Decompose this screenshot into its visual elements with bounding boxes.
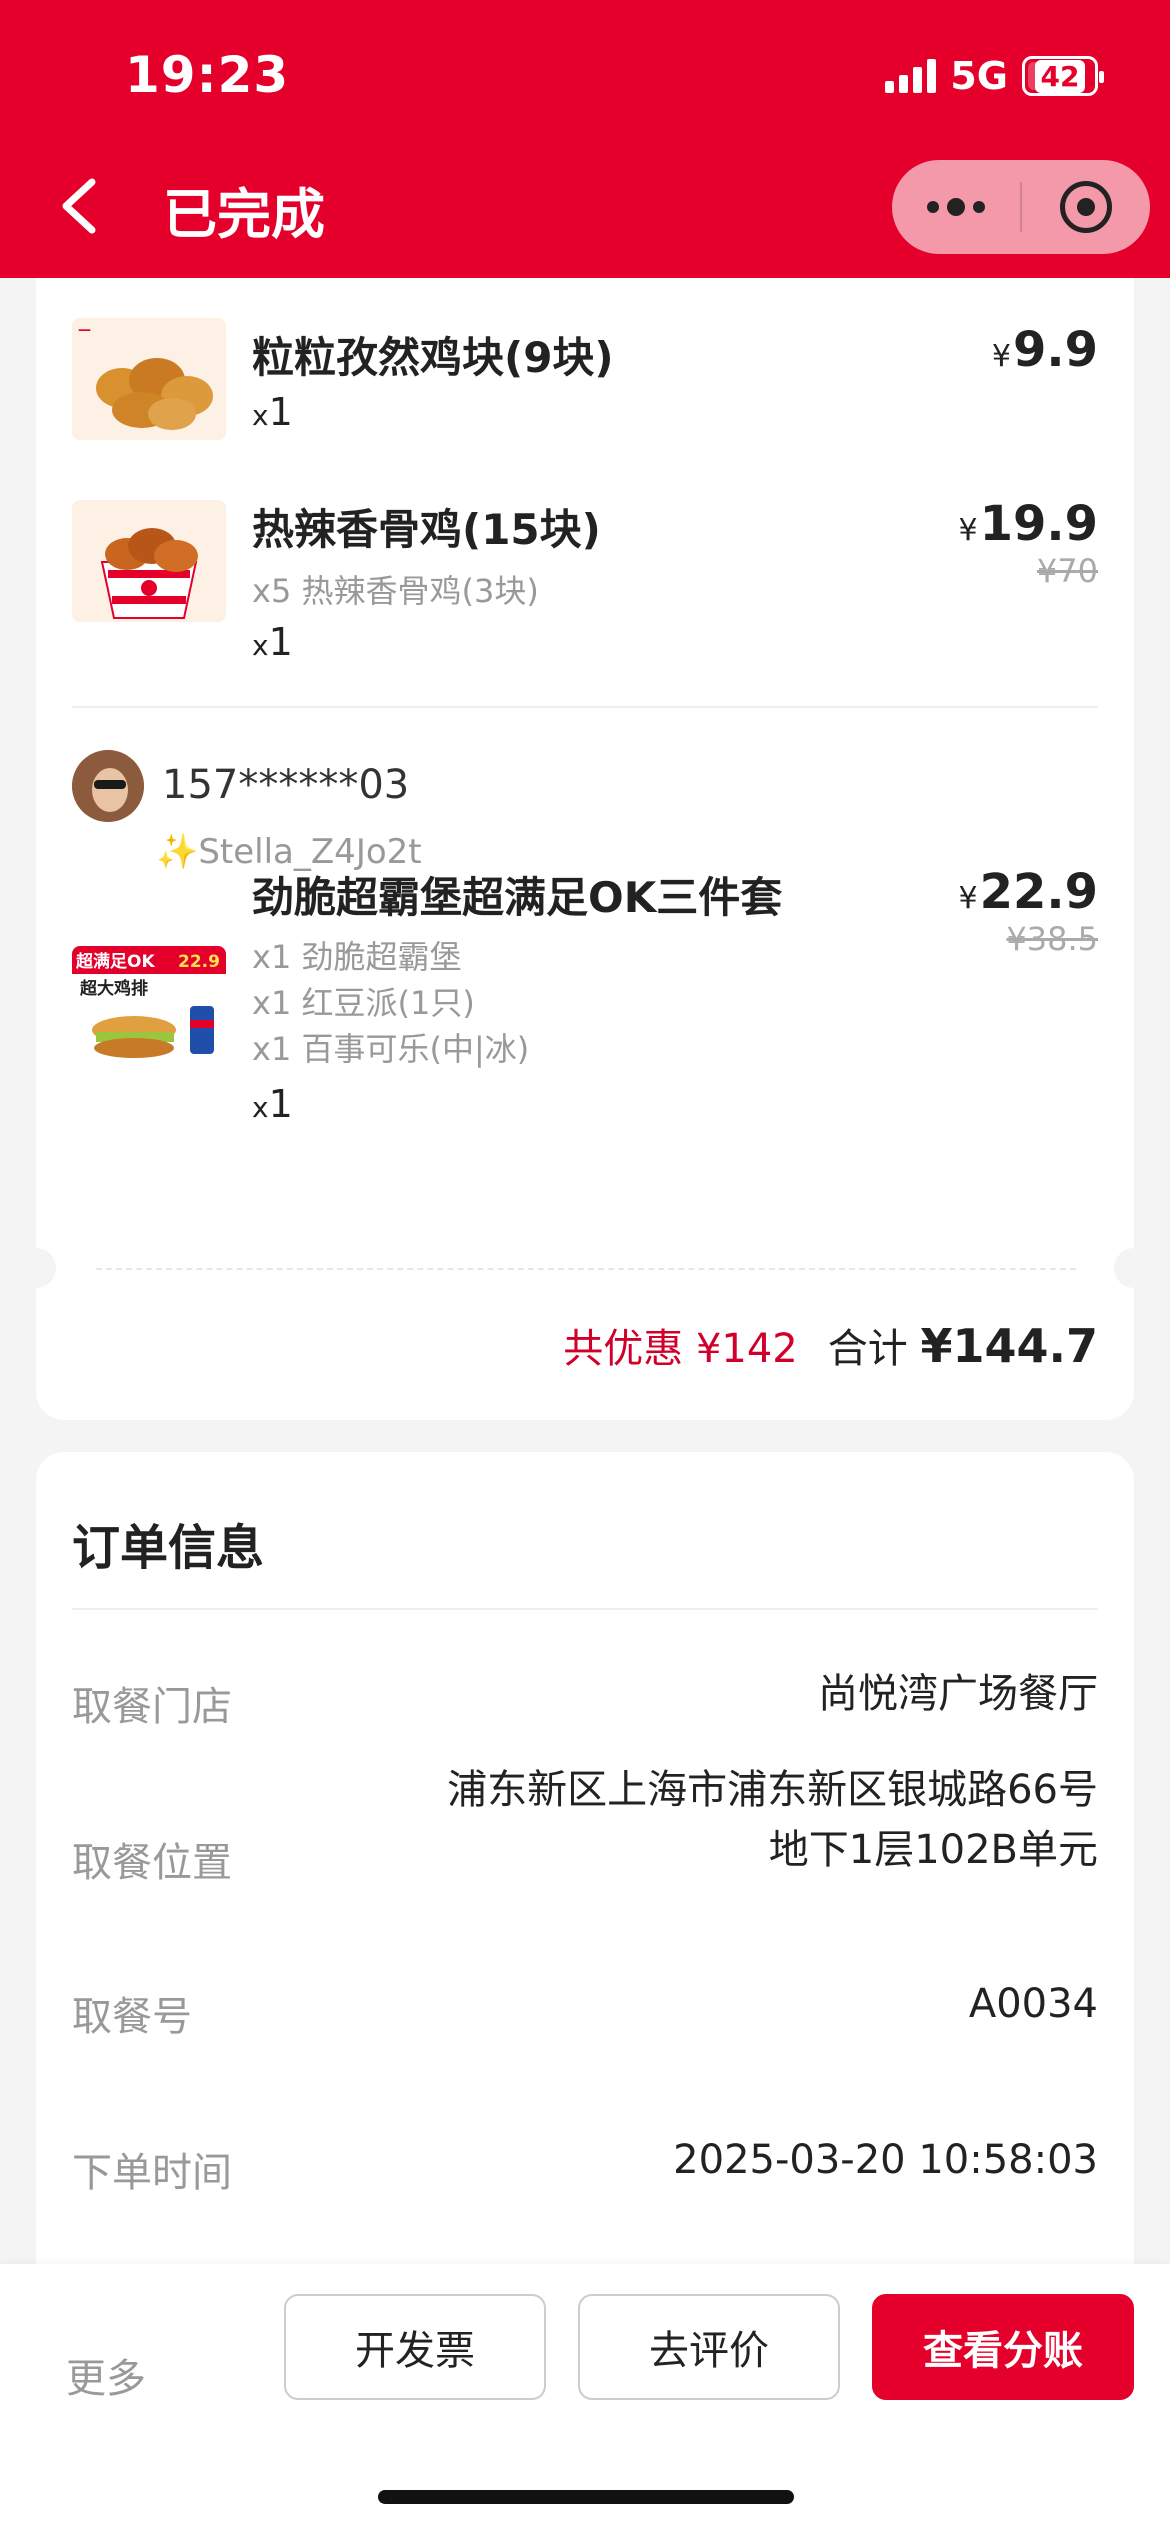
order-time-value: 2025-03-20 10:58:03 (673, 2137, 1098, 2183)
item-quantity: x1 (252, 390, 293, 434)
savings-text: 共优惠 ¥142 (563, 1326, 798, 1372)
item-quantity: x1 (252, 1082, 293, 1126)
invoice-button[interactable]: 开发票 (284, 2294, 546, 2400)
item-price: ¥19.9 (958, 496, 1098, 552)
mini-program-capsule (892, 160, 1150, 254)
store-value: 尚悦湾广场餐厅 (818, 1671, 1098, 1717)
status-indicators: 5G 42 (885, 54, 1104, 98)
burger-headline: 超大鸡排 (80, 978, 148, 999)
location-value-line1: 浦东新区上海市浦东新区银城路66号 (447, 1767, 1098, 1813)
order-info-title: 订单信息 (72, 1520, 265, 1576)
status-time: 19:23 (125, 46, 290, 104)
burger-badge-price: 22.9 (178, 952, 220, 972)
divider (72, 1608, 1098, 1610)
app-header: 19:23 5G 42 已完成 (0, 0, 1170, 278)
total-amount: ¥144.7 (920, 1319, 1098, 1373)
order-items-card: — 粒粒孜然鸡块(9块) x1 ¥9.9 热辣香骨鸡(15块) x5 热辣香骨鸡… (16, 278, 1154, 1420)
item-name: 粒粒孜然鸡块(9块) (252, 333, 614, 382)
more-button[interactable]: 更多 (66, 2346, 146, 2404)
divider (72, 706, 1098, 708)
total-row: 合计 ¥144.7 (828, 1316, 1098, 1374)
order-info-card: 订单信息 取餐门店 尚悦湾广场餐厅 取餐位置 浦东新区上海市浦东新区银城路66号… (36, 1452, 1134, 2272)
home-indicator (378, 2490, 794, 2504)
review-button[interactable]: 去评价 (578, 2294, 840, 2400)
pickup-number-value: A0034 (968, 1981, 1098, 2027)
item-original-price: ¥70 (1036, 552, 1098, 590)
item-quantity: x1 (252, 620, 293, 664)
avatar (72, 750, 144, 822)
order-summary: 共优惠 ¥142 合计 ¥144.7 (563, 1316, 1098, 1374)
item-image-nuggets: — (72, 318, 226, 440)
page-title: 已完成 (163, 183, 325, 246)
ticket-notch-left (16, 1248, 56, 1288)
store-label: 取餐门店 (72, 1684, 232, 1730)
battery-level: 42 (1034, 59, 1086, 93)
item-sub-detail: x1 劲脆超霸堡 (252, 938, 462, 976)
item-image-spicy-chicken (72, 500, 226, 622)
item-price: ¥9.9 (991, 322, 1098, 378)
svg-text:—: — (78, 323, 91, 338)
view-split-button[interactable]: 查看分账 (872, 2294, 1134, 2400)
user-phone: 157******03 (162, 762, 410, 808)
burger-badge-text: 超满足OK (76, 951, 155, 972)
item-image-burger-combo: 超满足OK 22.9 超大鸡排 (72, 946, 226, 1068)
item-sub-detail: x1 百事可乐(中|冰) (252, 1030, 530, 1068)
pickup-number-label: 取餐号 (72, 1994, 192, 2040)
back-chevron-icon[interactable] (58, 178, 102, 234)
item-name: 劲脆超霸堡超满足OK三件套 (252, 873, 783, 922)
item-price: ¥22.9 (958, 864, 1098, 920)
ticket-notch-right (1114, 1248, 1154, 1288)
item-name: 热辣香骨鸡(15块) (252, 505, 601, 554)
item-original-price: ¥38.5 (1006, 920, 1098, 958)
more-dots-icon[interactable] (892, 198, 1020, 216)
signal-icon (885, 59, 937, 93)
battery-icon: 42 (1022, 56, 1104, 96)
dashed-divider (96, 1268, 1076, 1270)
network-type: 5G (950, 54, 1008, 98)
item-sub-detail: x5 热辣香骨鸡(3块) (252, 572, 539, 610)
location-label: 取餐位置 (72, 1840, 232, 1886)
location-value-line2: 地下1层102B单元 (768, 1827, 1098, 1873)
order-time-label: 下单时间 (72, 2150, 232, 2196)
close-target-icon[interactable] (1022, 181, 1150, 233)
total-label: 合计 (827, 1326, 908, 1372)
item-sub-detail: x1 红豆派(1只) (252, 984, 475, 1022)
